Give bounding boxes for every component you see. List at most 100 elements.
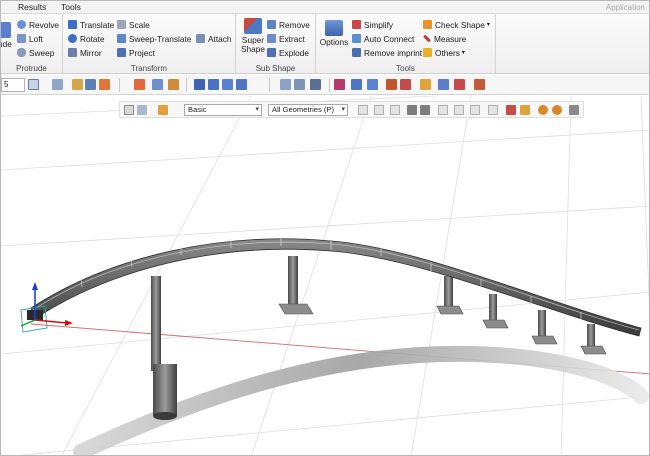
sub-shape-group-label: Sub Shape: [255, 64, 296, 73]
select-mode-icon[interactable]: [124, 105, 134, 115]
geometry-filter-select[interactable]: All Geometries (P) ▾: [268, 104, 348, 116]
revolve-button[interactable]: Revolve: [17, 18, 59, 31]
distribute-icon[interactable]: [236, 79, 247, 90]
rotate-icon: [68, 34, 77, 43]
point-select-icon[interactable]: [438, 105, 448, 115]
remove-imprint-button[interactable]: Remove imprint: [352, 46, 422, 59]
render-mode-icon[interactable]: [52, 79, 63, 90]
help-icon[interactable]: [420, 79, 431, 90]
menu-results[interactable]: Results: [18, 2, 46, 12]
loft-label: Loft: [29, 33, 43, 44]
explode-label: Explode: [279, 47, 309, 58]
view-toolbar: Basic ▾ All Geometries (P) ▾: [119, 101, 584, 118]
check-shape-button[interactable]: Check Shape ▾: [423, 18, 490, 31]
filter-icon[interactable]: [152, 79, 163, 90]
extract-button[interactable]: Extract: [267, 32, 305, 45]
rotate-label: Rotate: [80, 33, 105, 44]
scale-button[interactable]: Scale: [117, 18, 150, 31]
line-icon[interactable]: [367, 79, 378, 90]
face-select-icon[interactable]: [390, 105, 400, 115]
revolve-label: Revolve: [29, 19, 59, 30]
select-icon[interactable]: [134, 79, 145, 90]
curve-select-icon[interactable]: [454, 105, 464, 115]
element-icon[interactable]: [400, 79, 411, 90]
attach-button[interactable]: Attach: [196, 32, 232, 45]
mirror-label: Mirror: [80, 47, 102, 58]
remove-imprint-label: Remove imprint: [364, 47, 423, 58]
project-button[interactable]: Project: [117, 46, 155, 59]
pier-1[interactable]: [151, 276, 177, 420]
others-button[interactable]: Others ▾: [423, 46, 465, 59]
measure-tool-icon[interactable]: [474, 79, 485, 90]
options-button[interactable]: Options: [319, 20, 349, 47]
node-icon[interactable]: [386, 79, 397, 90]
application-window: Results Tools Application ude Revolve Lo…: [0, 0, 650, 456]
measure-button[interactable]: Measure: [423, 32, 466, 45]
3d-viewport[interactable]: Basic ▾ All Geometries (P) ▾: [1, 96, 649, 455]
auto-connect-icon: [352, 34, 361, 43]
color-icon[interactable]: [158, 105, 168, 115]
pier-5[interactable]: [531, 310, 558, 345]
pier-4[interactable]: [482, 294, 509, 329]
translate-icon: [68, 20, 77, 29]
frame-icon[interactable]: [438, 79, 449, 90]
layers-icon[interactable]: [280, 79, 291, 90]
auto-connect-button[interactable]: Auto Connect: [352, 32, 414, 45]
transform-group: Translate Scale Rotate Sweep-Translate A…: [63, 14, 236, 74]
surface-select-icon[interactable]: [470, 105, 480, 115]
solid-icon[interactable]: [310, 79, 321, 90]
shape-select-icon[interactable]: [420, 105, 430, 115]
rotate-button[interactable]: Rotate: [68, 32, 104, 45]
super-shape-button[interactable]: Super Shape: [240, 18, 266, 54]
pier-6[interactable]: [580, 324, 607, 355]
protrude-icon: [1, 22, 11, 38]
sweep-button[interactable]: Sweep: [17, 46, 54, 59]
grid-icon[interactable]: [194, 79, 205, 90]
edge-select-icon[interactable]: [374, 105, 384, 115]
view-cube-icon[interactable]: [28, 79, 39, 90]
chevron-down-icon: ▾: [341, 106, 345, 113]
display-mode-select[interactable]: Basic ▾: [184, 104, 262, 116]
simplify-button[interactable]: Simplify: [352, 18, 393, 31]
sweep-translate-button[interactable]: Sweep-Translate: [117, 32, 191, 45]
remove-button[interactable]: Remove: [267, 18, 310, 31]
vertex-select-icon[interactable]: [358, 105, 368, 115]
translate-button[interactable]: Translate: [68, 18, 114, 31]
pick-icon[interactable]: [137, 105, 147, 115]
info-icon[interactable]: [552, 105, 562, 115]
snap-icon[interactable]: [208, 79, 219, 90]
tag-icon[interactable]: [168, 79, 179, 90]
model-canvas: [1, 96, 649, 455]
highlight-icon[interactable]: [520, 105, 530, 115]
explode-icon: [267, 48, 276, 57]
shade-icon[interactable]: [72, 79, 83, 90]
clear-selection-icon[interactable]: [506, 105, 516, 115]
translate-label: Translate: [80, 19, 115, 30]
body-select-icon[interactable]: [407, 105, 417, 115]
align-icon[interactable]: [222, 79, 233, 90]
filter-options-icon[interactable]: [569, 105, 579, 115]
group-icon[interactable]: [294, 79, 305, 90]
remove-imprint-icon: [352, 48, 361, 57]
protrude-button[interactable]: ude: [1, 22, 12, 49]
explode-button[interactable]: Explode: [267, 46, 309, 59]
simplify-label: Simplify: [364, 19, 394, 30]
display-mode-value: Basic: [188, 105, 207, 114]
point-icon[interactable]: [351, 79, 362, 90]
export-icon[interactable]: [454, 79, 465, 90]
section-icon[interactable]: [99, 79, 110, 90]
loft-button[interactable]: Loft: [17, 32, 43, 45]
options-label: Options: [319, 37, 349, 47]
wireframe-icon[interactable]: [85, 79, 96, 90]
mesh-icon[interactable]: [334, 79, 345, 90]
super-shape-label: Super Shape: [241, 35, 265, 54]
chevron-down-icon: ▾: [461, 50, 465, 56]
bridge-deck[interactable]: [30, 237, 642, 337]
number-dropdown[interactable]: 5: [1, 78, 25, 92]
menu-tools[interactable]: Tools: [61, 2, 81, 12]
settings-icon[interactable]: [538, 105, 548, 115]
pier-3[interactable]: [436, 276, 464, 315]
transform-group-label: Transform: [130, 64, 168, 73]
mirror-button[interactable]: Mirror: [68, 46, 102, 59]
solid-select-icon[interactable]: [488, 105, 498, 115]
